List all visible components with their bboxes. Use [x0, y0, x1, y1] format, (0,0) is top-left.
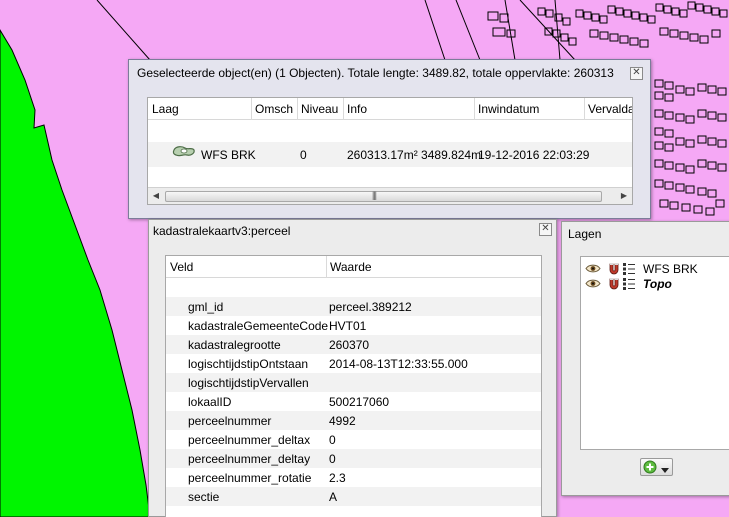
table-row[interactable]: kadastralegrootte 260370: [166, 335, 541, 354]
attribute-value: 500217060: [329, 395, 390, 409]
attribute-field: gml_id: [188, 300, 224, 314]
row-layer-name: WFS BRK: [201, 148, 256, 162]
selection-table-header: Laag Omsch Niveau Info Inwindatum Verval…: [148, 98, 632, 120]
table-row[interactable]: logischtijdstipOntstaan 2014-08-13T12:33…: [166, 354, 541, 373]
attribute-field: logischtijdstipVervallen: [188, 376, 309, 390]
attribute-field: perceelnummer_deltax: [188, 433, 311, 447]
column-header-inwindatum[interactable]: Inwindatum: [478, 102, 539, 116]
scroll-left-icon[interactable]: ◀: [150, 190, 162, 202]
close-icon[interactable]: ✕: [539, 223, 552, 236]
feature-info-panel: kadastralekaartv3:perceel ✕ Veld Waarde …: [148, 219, 557, 517]
layers-panel-title: Lagen: [568, 227, 602, 241]
attribute-field: logischtijdstipOntstaan: [188, 357, 309, 371]
column-header-vervaldatum[interactable]: Vervalda: [588, 102, 632, 116]
dropdown-arrow-icon[interactable]: [661, 463, 669, 477]
column-header-waarde[interactable]: Waarde: [330, 260, 372, 274]
eye-icon[interactable]: [585, 263, 601, 277]
table-row[interactable]: perceelnummer_rotatie 2.3: [166, 468, 541, 487]
scrollbar-thumb[interactable]: |||: [165, 190, 602, 202]
scroll-right-icon[interactable]: ▶: [618, 190, 630, 202]
attribute-field: perceelnummer: [188, 414, 272, 428]
attribute-value: 260370: [329, 338, 370, 352]
magnet-icon[interactable]: [607, 277, 621, 294]
table-row[interactable]: lokaalID 500217060: [166, 392, 541, 411]
attribute-field: perceelnummer_deltay: [188, 452, 311, 466]
attribute-value: HVT01: [329, 319, 367, 333]
row-info: 260313.17m² 3489.824m: [347, 148, 482, 162]
selection-dialog-title: Geselecteerde object(en) (1 Objecten). T…: [137, 66, 614, 80]
attribute-value: 4992: [329, 414, 356, 428]
table-row[interactable]: perceelnummer 4992: [166, 411, 541, 430]
attribute-value: 2.3: [329, 471, 346, 485]
layer-label: Topo: [643, 277, 672, 291]
row-niveau: 0: [300, 148, 307, 162]
attribute-field: kadastralegrootte: [188, 338, 281, 352]
legend-icon[interactable]: [623, 278, 635, 293]
row-inwindatum: 19-12-2016 22:03:29: [478, 148, 590, 162]
attribute-field: sectie: [188, 490, 220, 504]
attribute-value: perceel.389212: [329, 300, 412, 314]
selection-table: Laag Omsch Niveau Info Inwindatum Verval…: [147, 97, 633, 205]
table-row[interactable]: WFS BRK 0 260313.17m² 3489.824m 19-12-20…: [148, 142, 632, 167]
layer-tree: WFS BRK Topo: [580, 256, 729, 450]
attribute-table-header: Veld Waarde: [166, 256, 541, 278]
add-layer-button[interactable]: [640, 458, 673, 476]
eye-icon[interactable]: [585, 278, 601, 292]
attribute-field: lokaalID: [188, 395, 232, 409]
scrollbar-grip: |||: [372, 190, 377, 200]
table-row[interactable]: logischtijdstipVervallen: [166, 373, 541, 392]
horizontal-scrollbar[interactable]: ◀ ||| ▶: [148, 187, 632, 204]
attribute-value: 0: [329, 433, 336, 447]
table-row[interactable]: gml_id perceel.389212: [166, 297, 541, 316]
attribute-field: kadastraleGemeenteCode: [188, 319, 329, 333]
polygon-layer-icon: [172, 145, 196, 162]
close-icon[interactable]: ✕: [630, 67, 643, 80]
layer-label: WFS BRK: [643, 262, 698, 276]
legend-icon[interactable]: [623, 263, 635, 278]
column-header-veld[interactable]: Veld: [170, 260, 193, 274]
attribute-value: 0: [329, 452, 336, 466]
table-row[interactable]: perceelnummer_deltax 0: [166, 430, 541, 449]
table-row[interactable]: sectie A: [166, 487, 541, 506]
attribute-field: perceelnummer_rotatie: [188, 471, 312, 485]
column-header-laag[interactable]: Laag: [152, 102, 179, 116]
add-icon: [643, 460, 657, 477]
attribute-value: A: [329, 490, 338, 504]
attribute-table: Veld Waarde gml_id perceel.389212 kadast…: [165, 255, 542, 517]
column-header-niveau[interactable]: Niveau: [301, 102, 338, 116]
column-header-omsch[interactable]: Omsch: [255, 102, 293, 116]
layers-panel: Lagen WFS BRK Topo: [561, 221, 729, 496]
column-header-info[interactable]: Info: [347, 102, 367, 116]
feature-info-title: kadastralekaartv3:perceel: [153, 224, 291, 238]
table-row[interactable]: perceelnummer_deltay 0: [166, 449, 541, 468]
table-row[interactable]: kadastraleGemeenteCode HVT01: [166, 316, 541, 335]
attribute-value: 2014-08-13T12:33:55.000: [329, 357, 468, 371]
